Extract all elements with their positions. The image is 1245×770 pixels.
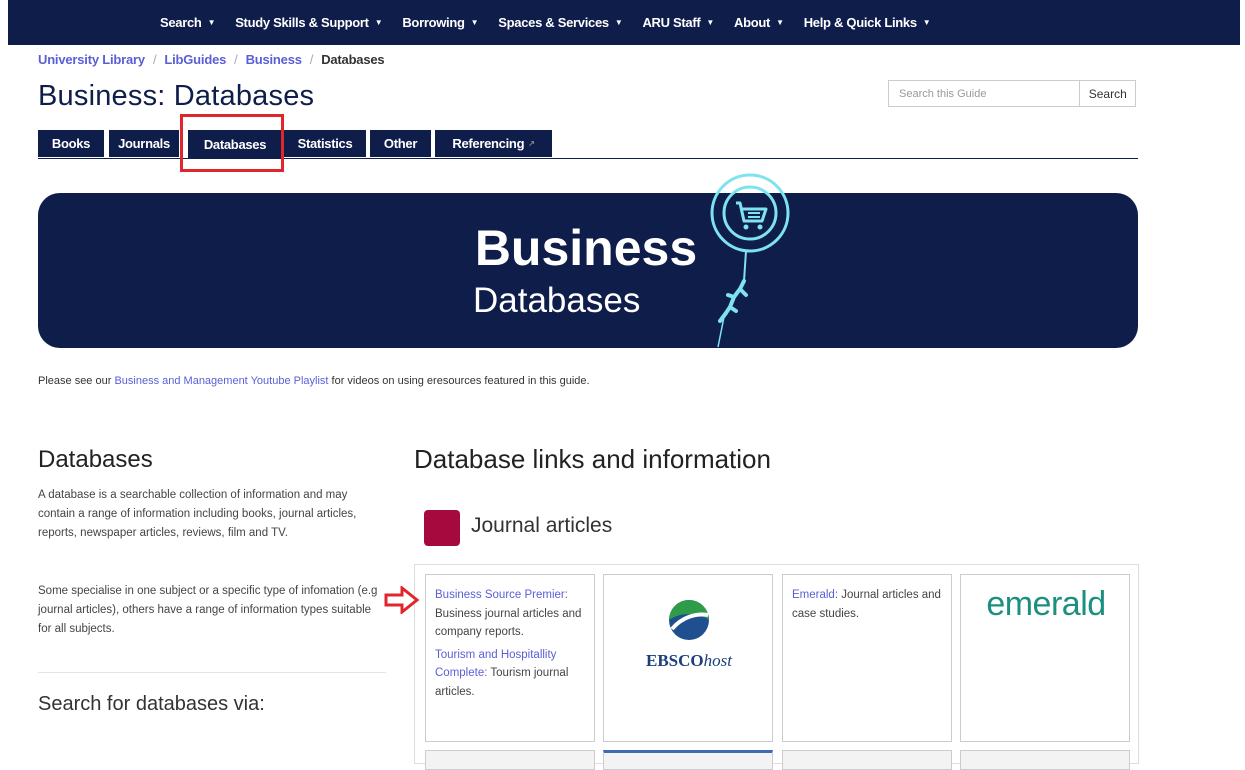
database-card-next: [782, 750, 952, 770]
emerald-logo-text: emerald: [986, 585, 1106, 623]
tab-label: Referencing: [452, 136, 525, 151]
top-navigation-bar: Search ▼ Study Skills & Support ▼ Borrowin…: [8, 0, 1240, 45]
caret-down-icon: ▼: [614, 18, 623, 27]
databases-heading: Databases: [38, 446, 153, 473]
breadcrumb-university-library[interactable]: University Library: [38, 52, 145, 67]
tab-referencing[interactable]: Referencing ↗: [435, 130, 552, 157]
nav-label: Borrowing: [402, 15, 465, 30]
section-title: Journal articles: [471, 514, 613, 537]
nav-label: Help & Quick Links: [803, 15, 917, 30]
emerald-logo-card[interactable]: emerald: [960, 574, 1130, 742]
databases-description-2: Some specialise in one subject or a spec…: [38, 585, 378, 635]
caret-down-icon: ▼: [470, 18, 479, 27]
database-card-next: [425, 750, 595, 770]
nav-item-search[interactable]: Search ▼: [160, 15, 215, 30]
ebsco-logo-icon: [669, 600, 709, 640]
banner: Business Databases: [38, 173, 1138, 348]
ebsco-logo-card[interactable]: EBSCOhost: [603, 574, 773, 742]
nav-item-spaces-services[interactable]: Spaces & Services ▼: [498, 15, 622, 30]
business-source-premier-link[interactable]: Business Source Premier:: [435, 589, 568, 601]
caret-down-icon: ▼: [706, 18, 715, 27]
nav-items: Search ▼ Study Skills & Support ▼ Borrowin…: [160, 0, 950, 45]
databases-description: A database is a searchable collection of…: [38, 489, 357, 539]
intro-after: for videos on using eresources featured …: [328, 375, 590, 387]
caret-down-icon: ▼: [922, 18, 931, 27]
ebsco-logo-text: EBSCOhost: [604, 651, 774, 671]
guide-search: Search: [888, 80, 1136, 107]
banner-title: Business: [38, 219, 1138, 277]
database-entry: Business Source Premier: Business journa…: [435, 586, 585, 642]
nav-item-study-skills[interactable]: Study Skills & Support ▼: [235, 15, 382, 30]
logo-bold: EBSCO: [646, 651, 704, 670]
tab-journals[interactable]: Journals: [109, 130, 179, 157]
banner-title-text: Business: [474, 220, 698, 276]
nav-label: ARU Staff: [642, 15, 701, 30]
page-title: Business: Databases: [38, 80, 315, 112]
search-button[interactable]: Search: [1079, 81, 1135, 106]
annotation-arrow-icon: [384, 586, 420, 614]
breadcrumb: University Library / LibGuides / Busines…: [38, 52, 385, 67]
nav-item-aru-staff[interactable]: ARU Staff ▼: [642, 15, 714, 30]
logo-italic: host: [703, 651, 732, 670]
breadcrumb-separator: /: [234, 52, 238, 67]
nav-label: Search: [160, 15, 202, 30]
emerald-link[interactable]: Emerald:: [792, 589, 838, 601]
breadcrumb-current: Databases: [321, 52, 385, 67]
annotation-highlight-box: [180, 114, 284, 172]
banner-subtitle: Databases: [473, 281, 641, 320]
external-link-icon: ↗: [528, 139, 535, 148]
intro-before: Please see our: [38, 375, 115, 387]
divider: [38, 672, 386, 673]
nav-label: Spaces & Services: [498, 15, 609, 30]
tab-books[interactable]: Books: [38, 130, 104, 157]
nav-label: About: [734, 15, 771, 30]
tab-other[interactable]: Other: [370, 130, 431, 157]
database-entry: Tourism and Hospitallity Complete: Touri…: [435, 646, 585, 702]
database-card-text: Business Source Premier: Business journa…: [425, 574, 595, 742]
breadcrumb-business[interactable]: Business: [246, 52, 302, 67]
database-card-next: [960, 750, 1130, 770]
nav-label: Study Skills & Support: [235, 15, 369, 30]
breadcrumb-separator: /: [152, 52, 157, 67]
youtube-playlist-link[interactable]: Business and Management Youtube Playlist: [114, 375, 328, 387]
caret-down-icon: ▼: [207, 18, 216, 27]
nav-item-help-quick-links[interactable]: Help & Quick Links ▼: [804, 15, 931, 30]
caret-down-icon: ▼: [374, 18, 383, 27]
caret-down-icon: ▼: [776, 18, 784, 27]
database-links-heading: Database links and information: [414, 444, 771, 474]
search-databases-heading: Search for databases via:: [38, 693, 265, 715]
intro-text: Please see our Business and Management Y…: [38, 375, 590, 387]
database-entry: Emerald: Journal articles and case studi…: [792, 586, 942, 623]
climber-cart-icon: [710, 173, 790, 348]
database-card-next: [603, 750, 773, 770]
breadcrumb-separator: /: [309, 52, 314, 67]
tab-statistics[interactable]: Statistics: [284, 130, 366, 157]
nav-item-borrowing[interactable]: Borrowing ▼: [402, 15, 478, 30]
section-color-icon: [424, 510, 460, 546]
emerald-text-card: Emerald: Journal articles and case studi…: [782, 574, 952, 742]
nav-item-about[interactable]: About ▼: [734, 15, 784, 30]
breadcrumb-libguides[interactable]: LibGuides: [164, 52, 226, 67]
search-input[interactable]: [889, 81, 1080, 106]
entry-description: Business journal articles and company re…: [435, 607, 582, 639]
